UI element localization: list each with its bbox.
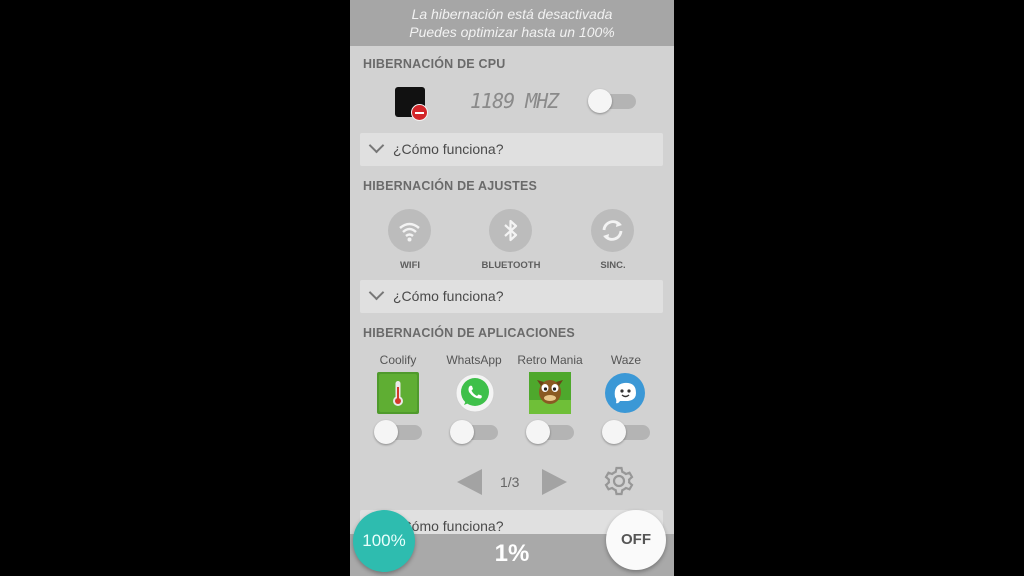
status-banner: La hibernación está desactivada Puedes o… (350, 0, 674, 46)
app-name-retro-mania: Retro Mania (517, 353, 583, 367)
whatsapp-icon (455, 373, 495, 413)
bluetooth-label: BLUETOOTH (481, 260, 541, 271)
waze-icon (605, 373, 645, 413)
bluetooth-icon (504, 219, 518, 242)
wifi-label: WIFI (399, 260, 421, 271)
sync-button[interactable] (591, 209, 634, 252)
cpu-section-title: HIBERNACIÓN DE CPU (363, 57, 506, 71)
app-name-waze: Waze (610, 353, 642, 367)
gear-icon[interactable] (602, 464, 636, 498)
banner-line-1: La hibernación está desactivada (411, 6, 613, 22)
retro-mania-hibernation-toggle[interactable] (526, 420, 576, 444)
wifi-button[interactable] (388, 209, 431, 252)
page-indicator: 1/3 (500, 474, 520, 490)
sync-label: SINC. (600, 260, 626, 271)
settings-howto-label: ¿Cómo funciona? (393, 288, 504, 304)
retro-mania-icon (529, 372, 571, 414)
cpu-howto-label: ¿Cómo funciona? (393, 141, 504, 157)
coolify-hibernation-toggle[interactable] (374, 420, 424, 444)
app-name-whatsapp: WhatsApp (446, 353, 502, 367)
banner-line-2: Puedes optimizar hasta un 100% (409, 24, 615, 40)
optimize-max-button[interactable]: 100% (353, 510, 415, 572)
sync-icon (602, 220, 623, 241)
chevron-down-icon (368, 137, 385, 154)
next-page-button[interactable] (542, 469, 567, 495)
settings-howto-expander[interactable]: ¿Cómo funciona? (360, 280, 663, 313)
cpu-frequency: 1189 MHZ (470, 89, 559, 113)
bluetooth-button[interactable] (489, 209, 532, 252)
apps-section-title: HIBERNACIÓN DE APLICACIONES (363, 326, 575, 340)
off-button[interactable]: OFF (606, 510, 666, 570)
chevron-down-icon (368, 284, 385, 301)
whatsapp-hibernation-toggle[interactable] (450, 420, 500, 444)
cpu-howto-expander[interactable]: ¿Cómo funciona? (360, 133, 663, 166)
waze-hibernation-toggle[interactable] (602, 420, 652, 444)
app-name-coolify: Coolify (379, 353, 417, 367)
app-screen: La hibernación está desactivada Puedes o… (350, 0, 674, 576)
disabled-badge-icon (411, 104, 428, 121)
settings-section-title: HIBERNACIÓN DE AJUSTES (363, 179, 538, 193)
previous-page-button[interactable] (457, 469, 482, 495)
wifi-icon (399, 222, 420, 242)
thermometer-icon (377, 372, 419, 414)
cpu-hibernation-toggle[interactable] (588, 89, 638, 113)
